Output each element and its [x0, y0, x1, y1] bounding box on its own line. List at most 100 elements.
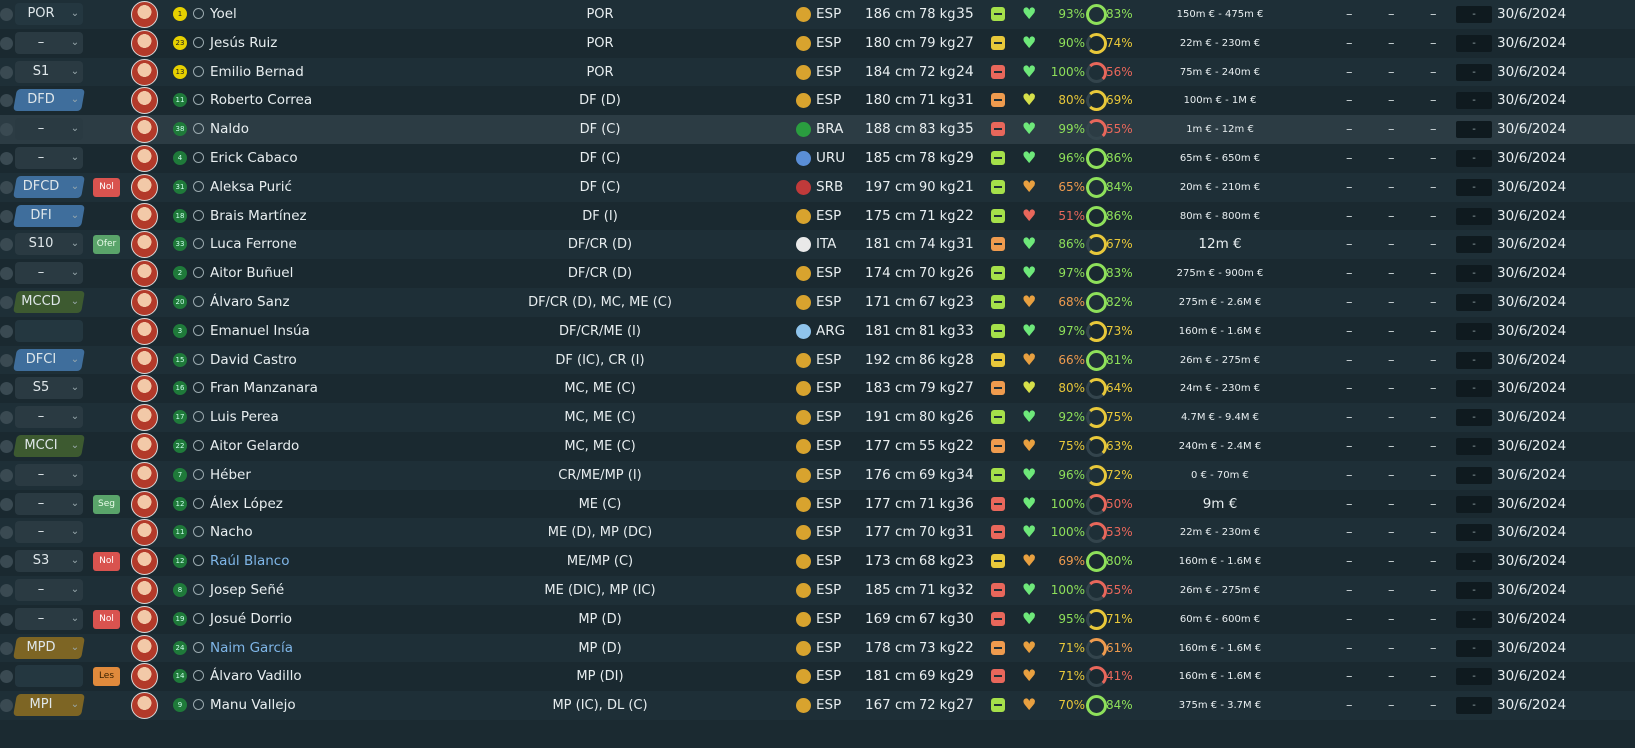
player-name[interactable]: David Castro — [210, 346, 297, 375]
player-name[interactable]: Naldo — [210, 115, 249, 144]
action-button[interactable]: - — [1456, 582, 1492, 599]
player-row[interactable]: S10 ⌄ Ofer 33 Luca Ferrone DF/CR (D) ITA 181 cm… — [0, 230, 1635, 260]
position-selector[interactable]: DFCD ⌄ — [13, 175, 85, 198]
player-name[interactable]: Héber — [210, 461, 251, 490]
player-row[interactable]: MPD ⌄ 24 Naim García MP (D) ESP 178 cm 73 kg 22 ♥… — [0, 633, 1635, 663]
action-button[interactable]: - — [1456, 409, 1492, 427]
status-badge[interactable]: Nol — [93, 552, 120, 572]
player-avatar[interactable] — [131, 548, 158, 576]
player-row[interactable]: DFCI ⌄ 15 David Castro DF (IC), CR (I) ESP 192… — [0, 345, 1635, 375]
player-name[interactable]: Brais Martínez — [210, 202, 307, 231]
chevron-down-icon[interactable]: ⌄ — [68, 521, 82, 543]
player-row[interactable]: – ⌄ 38 Naldo DF (C) BRA 188 cm 83 kg 35 ♥ 99% 55% 1m… — [0, 115, 1635, 145]
player-name[interactable]: Emanuel Insúa — [210, 317, 310, 346]
chevron-down-icon[interactable]: ⌄ — [68, 377, 82, 399]
player-row[interactable]: – ⌄ 2 Aitor Buñuel DF/CR (D) ESP 174 cm 70 kg 26… — [0, 259, 1635, 289]
select-checkbox[interactable] — [0, 36, 13, 50]
select-checkbox[interactable] — [0, 699, 13, 713]
player-avatar[interactable] — [131, 692, 158, 720]
status-badge[interactable]: Ofer — [93, 235, 120, 255]
chevron-down-icon[interactable]: ⌄ — [68, 637, 82, 659]
position-selector[interactable]: MPI ⌄ — [13, 694, 85, 717]
player-avatar[interactable] — [131, 346, 158, 374]
select-checkbox[interactable] — [0, 468, 13, 482]
player-name[interactable]: Nacho — [210, 518, 253, 547]
status-badge[interactable]: Seg — [93, 494, 120, 514]
position-selector[interactable]: S10 ⌄ — [15, 233, 83, 256]
player-avatar[interactable] — [131, 87, 158, 115]
player-name[interactable]: Manu Vallejo — [210, 691, 296, 720]
select-checkbox[interactable] — [0, 238, 13, 252]
player-avatar[interactable] — [131, 519, 158, 547]
player-name[interactable]: Naim García — [210, 634, 293, 663]
player-avatar[interactable] — [131, 605, 158, 633]
player-avatar[interactable] — [131, 116, 158, 144]
select-checkbox[interactable] — [0, 555, 13, 569]
select-checkbox[interactable] — [0, 440, 13, 453]
chevron-down-icon[interactable]: ⌄ — [68, 176, 82, 198]
player-name[interactable]: Emilio Bernad — [210, 58, 304, 87]
position-selector[interactable]: – ⌄ — [15, 406, 83, 429]
action-button[interactable]: - — [1456, 524, 1492, 542]
chevron-down-icon[interactable]: ⌄ — [68, 3, 82, 25]
action-button[interactable]: - — [1456, 610, 1492, 628]
player-row[interactable]: – ⌄ 7 Héber CR/ME/MP (I) ESP 176 cm 69 kg 34 ♥ 96%… — [0, 460, 1635, 490]
player-row[interactable]: MCCD ⌄ 20 Álvaro Sanz DF/CR (D), MC, ME (C) E… — [0, 288, 1635, 317]
player-name[interactable]: Jesús Ruiz — [210, 29, 277, 58]
status-badge[interactable]: Nol — [93, 177, 120, 197]
player-name[interactable]: Aitor Gelardo — [210, 432, 299, 461]
player-row[interactable]: – ⌄ 17 Luis Perea MC, ME (C) ESP 191 cm 80 kg 26… — [0, 403, 1635, 433]
player-name[interactable]: Luca Ferrone — [210, 230, 297, 259]
player-row[interactable]: S5 ⌄ 16 Fran Manzanara MC, ME (C) ESP 183 cm 79… — [0, 374, 1635, 404]
position-selector[interactable]: MCCI ⌄ — [13, 435, 85, 457]
position-selector[interactable] — [15, 319, 83, 342]
player-name[interactable]: Josep Señé — [210, 576, 284, 605]
chevron-down-icon[interactable]: ⌄ — [68, 291, 82, 313]
player-avatar[interactable] — [131, 461, 158, 489]
player-name[interactable]: Aitor Buñuel — [210, 259, 293, 288]
action-button[interactable]: - — [1456, 178, 1492, 196]
action-button[interactable]: - — [1456, 236, 1492, 254]
position-selector[interactable] — [15, 665, 83, 688]
player-name[interactable]: Josué Dorrio — [210, 605, 292, 634]
action-button[interactable]: - — [1456, 668, 1492, 686]
position-selector[interactable]: MPD ⌄ — [13, 636, 85, 659]
select-checkbox[interactable] — [0, 123, 13, 137]
status-badge[interactable]: Nol — [93, 609, 120, 629]
select-checkbox[interactable] — [0, 152, 13, 165]
chevron-down-icon[interactable]: ⌄ — [68, 147, 82, 169]
position-selector[interactable]: – ⌄ — [15, 607, 83, 630]
player-avatar[interactable] — [131, 289, 158, 316]
chevron-down-icon[interactable]: ⌄ — [68, 61, 82, 83]
player-avatar[interactable] — [131, 1, 158, 28]
select-checkbox[interactable] — [0, 209, 13, 223]
action-button[interactable]: - — [1456, 639, 1492, 657]
player-row[interactable]: – ⌄ 8 Josep Señé ME (DIC), MP (IC) ESP 185 cm 7… — [0, 576, 1635, 605]
player-avatar[interactable] — [131, 577, 158, 604]
player-row[interactable]: MCCI ⌄ 22 Aitor Gelardo MC, ME (C) ESP 177 cm 5… — [0, 432, 1635, 461]
player-row[interactable]: DFI ⌄ 18 Brais Martínez DF (I) ESP 175 cm 71 kg… — [0, 201, 1635, 231]
action-button[interactable]: - — [1456, 380, 1492, 398]
position-selector[interactable]: – ⌄ — [15, 463, 83, 486]
player-avatar[interactable] — [131, 634, 158, 662]
select-checkbox[interactable] — [0, 94, 13, 108]
player-avatar[interactable] — [131, 231, 158, 259]
player-row[interactable]: – ⌄ Seg 12 Álex López ME (C) ESP 177 cm 71 kg 36 ♥… — [0, 489, 1635, 519]
player-row[interactable]: – ⌄ 23 Jesús Ruiz POR ESP 180 cm 79 kg 27 ♥ 90% 74%… — [0, 28, 1635, 58]
select-checkbox[interactable] — [0, 8, 13, 21]
player-avatar[interactable] — [131, 490, 158, 518]
player-avatar[interactable] — [131, 145, 158, 172]
player-avatar[interactable] — [131, 173, 158, 201]
player-name[interactable]: Álex López — [210, 490, 283, 519]
position-selector[interactable]: S5 ⌄ — [15, 377, 83, 400]
player-row[interactable]: – ⌄ 4 Erick Cabaco DF (C) URU 185 cm 78 kg 29 ♥ 96… — [0, 144, 1635, 173]
player-row[interactable]: POR ⌄ 1 Yoel POR ESP 186 cm 78 kg 35 ♥ 93% 83% 150m … — [0, 0, 1635, 29]
chevron-down-icon[interactable]: ⌄ — [68, 349, 82, 371]
position-selector[interactable]: S1 ⌄ — [15, 60, 83, 83]
chevron-down-icon[interactable]: ⌄ — [68, 694, 82, 716]
chevron-down-icon[interactable]: ⌄ — [68, 464, 82, 486]
chevron-down-icon[interactable]: ⌄ — [68, 233, 82, 255]
chevron-down-icon[interactable]: ⌄ — [68, 550, 82, 572]
action-button[interactable]: - — [1456, 92, 1492, 110]
player-avatar[interactable] — [131, 260, 158, 288]
